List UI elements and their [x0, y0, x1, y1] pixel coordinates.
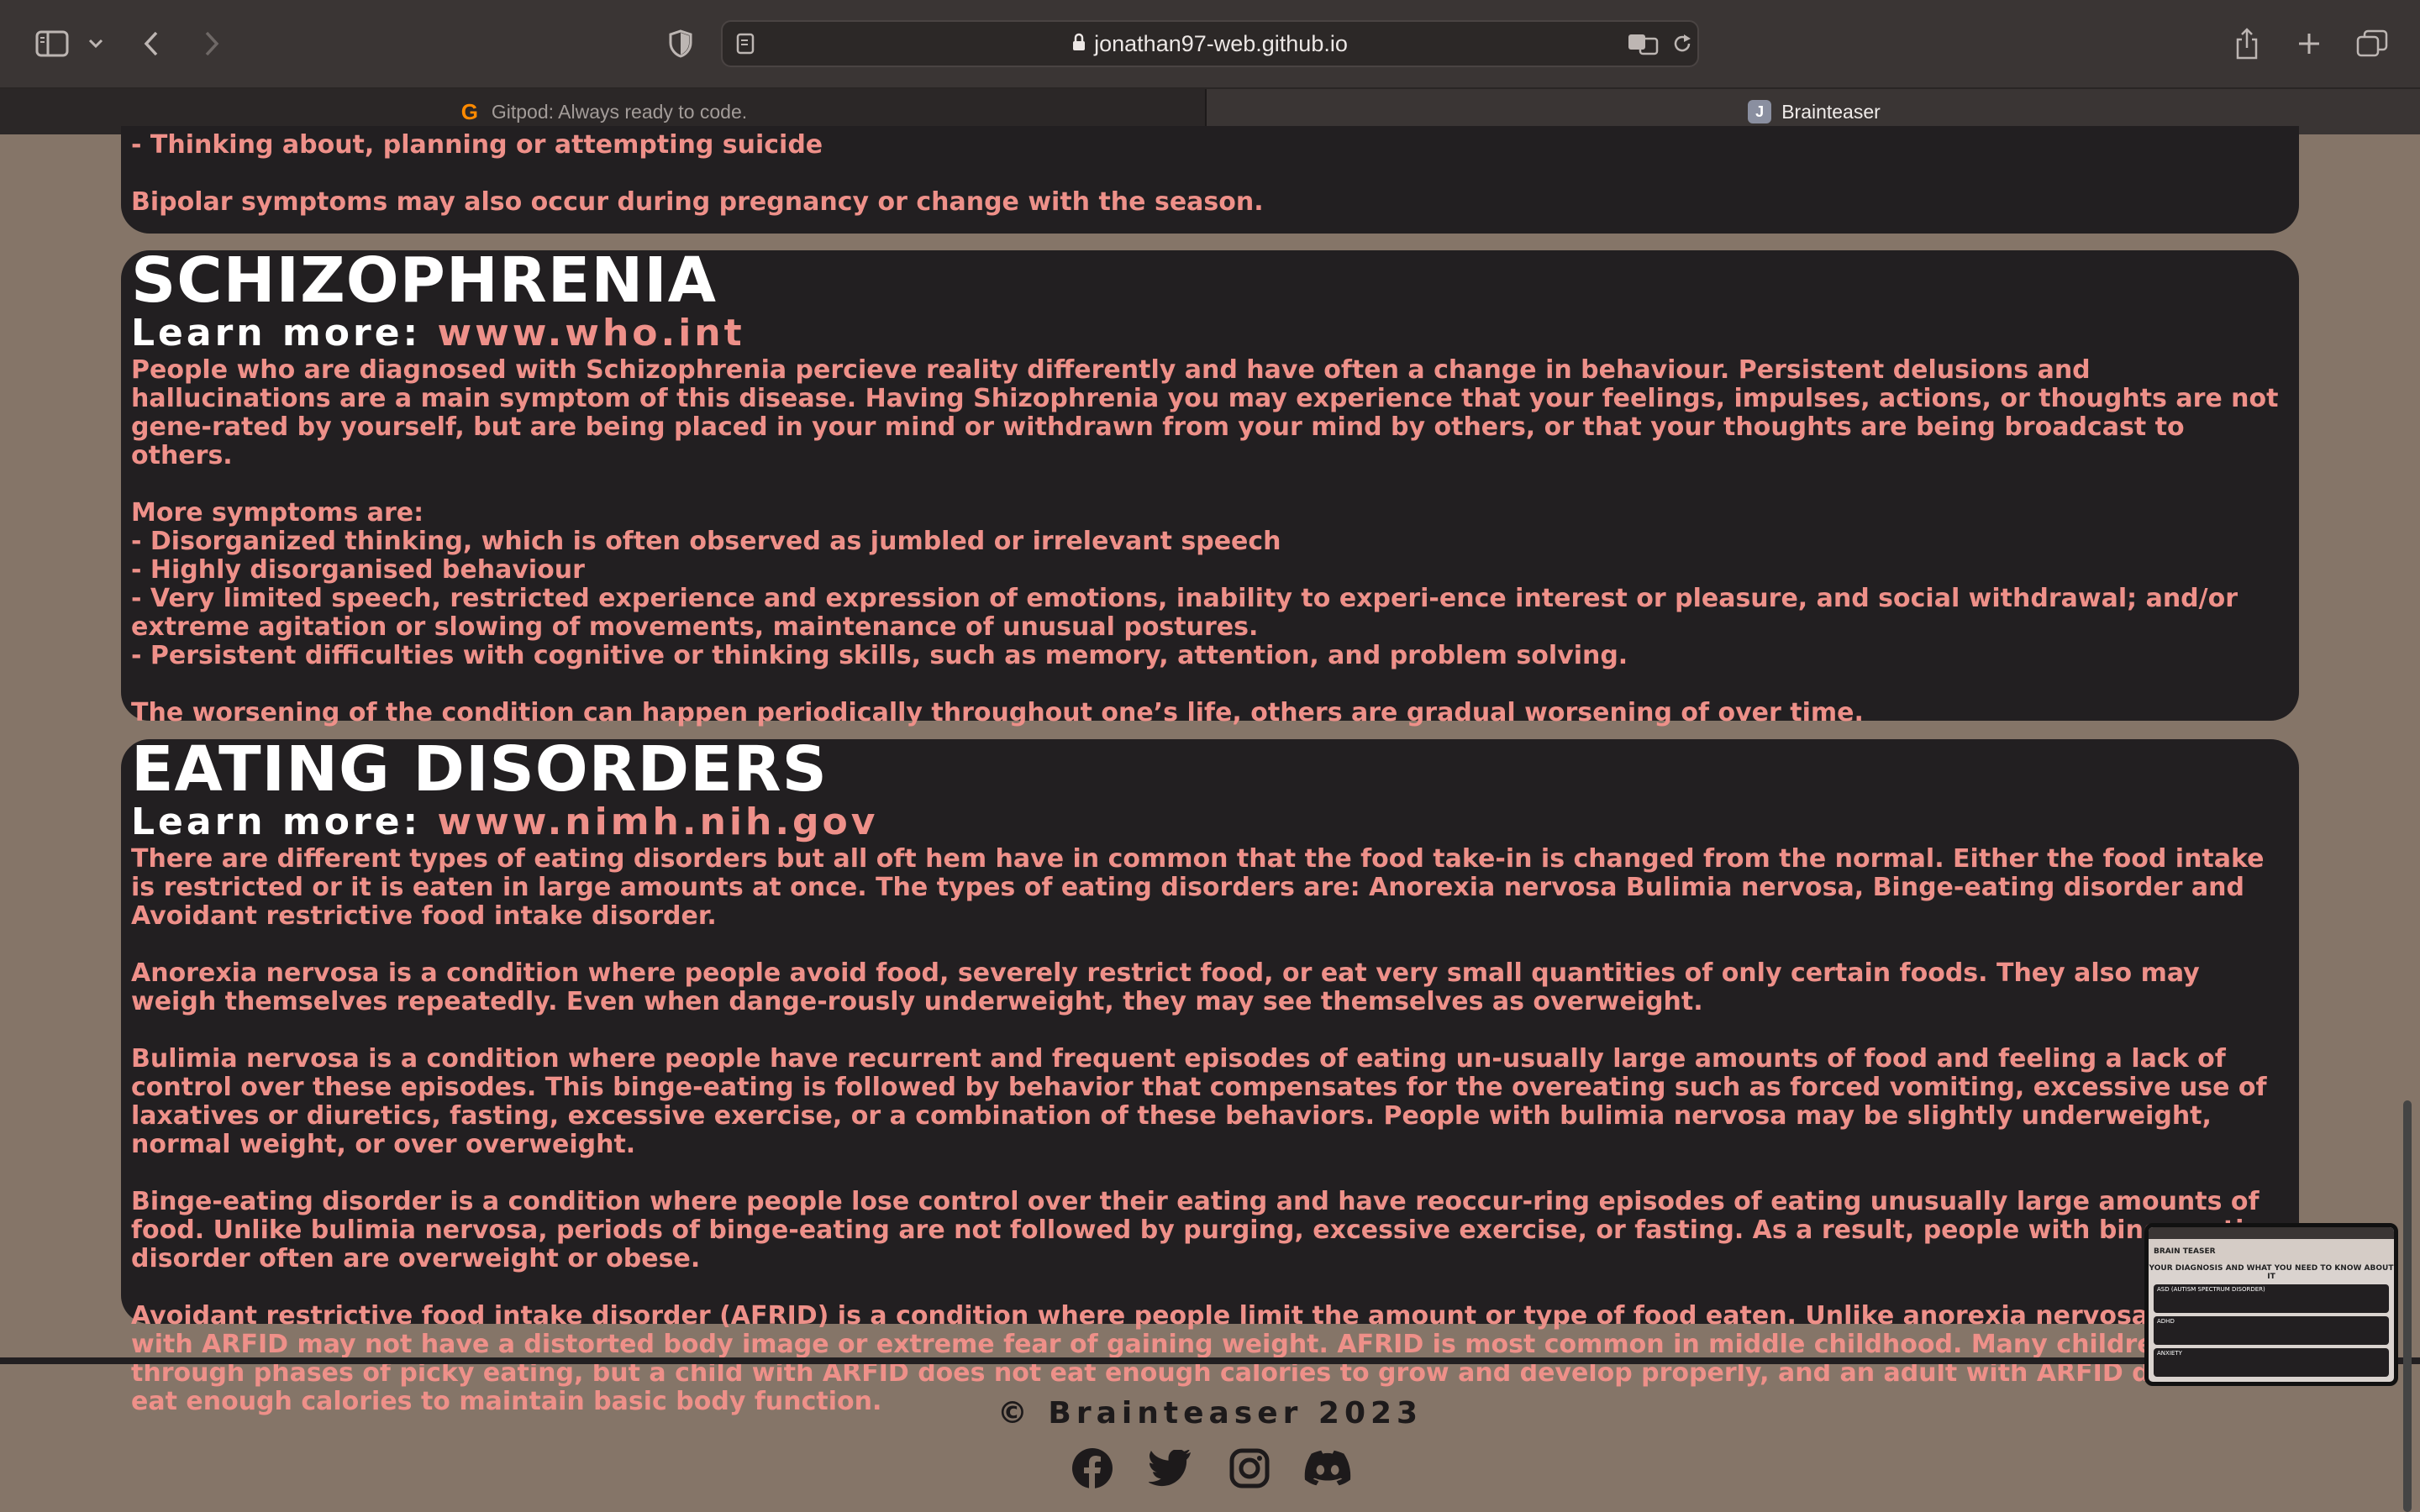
eating-disorders-section-card: EATING DISORDERS Learn more: www.nimh.ni… — [121, 733, 2299, 1416]
learn-more-label: Learn more: — [131, 312, 438, 354]
section-paragraph: Anorexia nervosa is a condition where pe… — [131, 958, 2200, 1016]
section-paragraph: - Disorganized thinking, which is often … — [131, 527, 1281, 556]
tab-label: Gitpod: Always ready to code. — [491, 100, 748, 123]
url-text: jonathan97-web.github.io — [1094, 30, 1348, 56]
section-title: SCHIZOPHRENIA — [131, 244, 718, 317]
tab-preview-thumbnail[interactable]: BRAIN TEASER YOUR DIAGNOSIS AND WHAT YOU… — [2144, 1223, 2398, 1386]
lock-icon — [1072, 31, 1086, 57]
section-title: EATING DISORDERS — [131, 733, 828, 806]
share-icon[interactable] — [2230, 24, 2264, 64]
back-icon[interactable] — [138, 24, 165, 64]
social-links — [1069, 1445, 1351, 1492]
learn-more-link[interactable]: www.nimh.nih.gov — [437, 801, 878, 843]
browser-toolbar: jonathan97-web.github.io — [0, 0, 2420, 87]
address-bar[interactable]: jonathan97-web.github.io — [721, 20, 1699, 67]
section-paragraph: More symptoms are: — [131, 498, 424, 528]
bipolar-text-line: - Thinking about, planning or attempting… — [131, 130, 823, 160]
thumb-toolbar — [2149, 1227, 2394, 1239]
section-paragraph: Binge-eating disorder is a condition whe… — [131, 1187, 2281, 1273]
scrollbar[interactable] — [2403, 1100, 2412, 1512]
section-paragraph: Bulimia nervosa is a condition where peo… — [131, 1044, 2267, 1159]
thumb-brand: BRAIN TEASER — [2149, 1239, 2394, 1264]
new-tab-icon[interactable] — [2292, 24, 2326, 64]
bipolar-section-card: - Thinking about, planning or attempting… — [121, 126, 2299, 234]
thumb-section: ADHD — [2154, 1316, 2389, 1345]
thumb-title: YOUR DIAGNOSIS AND WHAT YOU NEED TO KNOW… — [2149, 1264, 2394, 1281]
discord-icon[interactable] — [1304, 1445, 1351, 1492]
learn-more-label: Learn more: — [131, 801, 438, 843]
learn-more-link[interactable]: www.who.int — [437, 312, 744, 354]
privacy-shield-icon[interactable] — [664, 24, 697, 64]
url-display[interactable]: jonathan97-web.github.io — [723, 22, 1697, 66]
section-paragraph: The worsening of the condition can happe… — [131, 698, 1864, 727]
thumb-section: ANXIETY — [2154, 1348, 2389, 1377]
section-paragraph: - Very limited speech, restricted experi… — [131, 584, 2238, 642]
translate-icon[interactable] — [1627, 32, 1660, 59]
learn-more: Learn more: www.nimh.nih.gov — [131, 801, 2289, 843]
section-paragraph: - Persistent difficulties with cognitive… — [131, 641, 1628, 670]
tab-overview-icon[interactable] — [2353, 24, 2391, 64]
brainteaser-favicon-icon: J — [1748, 100, 1772, 123]
thumb-section: ASD (AUTISM SPECTRUM DISORDER) — [2154, 1284, 2389, 1313]
section-paragraph: There are different types of eating diso… — [131, 844, 2265, 931]
reload-icon[interactable] — [1670, 32, 1694, 59]
section-paragraph: - Highly disorganised behaviour — [131, 555, 585, 585]
sidebar-icon[interactable] — [32, 24, 72, 64]
tab-label: Brainteaser — [1781, 100, 1881, 123]
learn-more: Learn more: www.who.int — [131, 312, 2289, 354]
bipolar-text-line: Bipolar symptoms may also occur during p… — [131, 187, 1264, 217]
twitter-icon[interactable] — [1147, 1445, 1194, 1492]
gitpod-favicon-icon: G — [460, 98, 478, 124]
forward-icon[interactable] — [198, 24, 225, 64]
facebook-icon[interactable] — [1069, 1445, 1116, 1492]
chevron-down-icon[interactable] — [84, 24, 108, 64]
footer-divider — [0, 1357, 2420, 1364]
section-paragraph: People who are diagnosed with Schizophre… — [131, 355, 2279, 470]
schizophrenia-section-card: SCHIZOPHRENIA Learn more: www.who.int Pe… — [121, 244, 2299, 727]
copyright: © Brainteaser 2023 — [997, 1396, 1423, 1431]
instagram-icon[interactable] — [1226, 1445, 1273, 1492]
